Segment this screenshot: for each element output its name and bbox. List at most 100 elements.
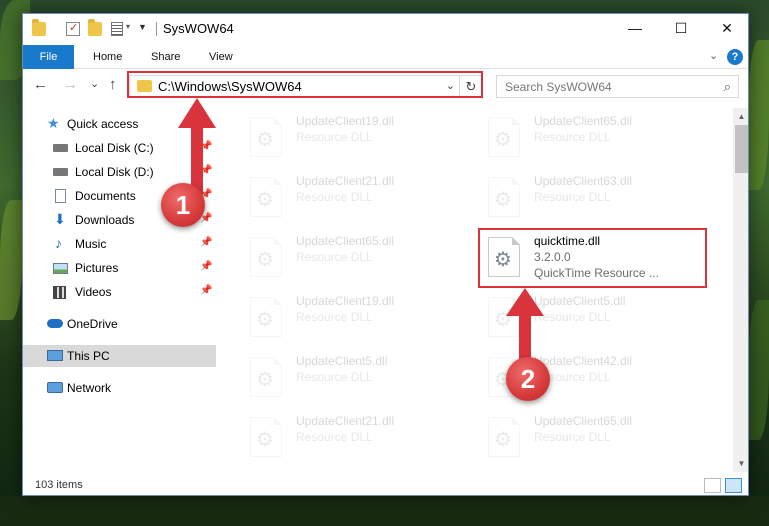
videos-icon bbox=[53, 286, 66, 299]
pin-icon[interactable]: 📌 bbox=[200, 261, 212, 272]
quick-access-toolbar-caret[interactable]: ▼ bbox=[138, 22, 147, 32]
sidebar-item-label: Local Disk (D:) bbox=[75, 165, 154, 179]
file-item[interactable]: ⚙ UpdateClient21.dll Resource DLL bbox=[243, 171, 468, 225]
dll-gear-icon: ⚙ bbox=[488, 117, 520, 157]
desktop-foliage bbox=[0, 496, 769, 526]
pin-icon[interactable]: 📌 bbox=[200, 237, 212, 248]
details-view-button[interactable] bbox=[704, 478, 721, 493]
file-type: Resource DLL bbox=[534, 130, 611, 144]
title-bar: ▾ ▼ SysWOW64 — ☐ ✕ bbox=[23, 14, 748, 45]
help-icon[interactable]: ? bbox=[727, 49, 743, 65]
dll-gear-icon: ⚙ bbox=[488, 177, 520, 217]
maximize-button[interactable]: ☐ bbox=[658, 14, 704, 43]
desktop-foliage bbox=[748, 40, 769, 190]
pictures-icon bbox=[53, 263, 68, 274]
tab-home[interactable]: Home bbox=[81, 45, 134, 69]
file-type: Resource DLL bbox=[534, 190, 611, 204]
sidebar-item-onedrive[interactable]: OneDrive bbox=[23, 313, 216, 335]
up-button[interactable]: ↑ bbox=[109, 76, 117, 93]
file-item[interactable]: ⚙ UpdateClient65.dll Resource DLL bbox=[243, 231, 468, 285]
file-name: UpdateClient19.dll bbox=[296, 114, 395, 128]
close-button[interactable]: ✕ bbox=[704, 14, 748, 43]
sidebar-item-label: Network bbox=[67, 381, 112, 395]
properties-icon[interactable] bbox=[66, 21, 80, 36]
minimize-button[interactable]: — bbox=[612, 14, 658, 43]
sidebar-item-music[interactable]: ♪ Music 📌 bbox=[23, 233, 216, 255]
dll-gear-icon: ⚙ bbox=[250, 357, 282, 397]
file-item[interactable]: ⚙ UpdateClient19.dll Resource DLL bbox=[243, 291, 468, 345]
file-name: UpdateClient5.dll bbox=[296, 354, 388, 368]
step-1-badge: 1 bbox=[161, 183, 205, 227]
tab-view[interactable]: View bbox=[197, 45, 245, 69]
vertical-scrollbar[interactable]: ▲ ▼ bbox=[733, 108, 748, 472]
sidebar-item-label: This PC bbox=[67, 349, 110, 363]
file-name: UpdateClient42.dll bbox=[534, 354, 633, 368]
tab-share[interactable]: Share bbox=[139, 45, 192, 69]
customize-icon[interactable] bbox=[111, 22, 123, 36]
dll-gear-icon: ⚙ bbox=[250, 177, 282, 217]
file-name: UpdateClient63.dll bbox=[534, 174, 633, 188]
sidebar-item-network[interactable]: Network bbox=[23, 377, 216, 399]
large-icons-view-button[interactable] bbox=[725, 478, 742, 493]
scroll-up-button[interactable]: ▲ bbox=[733, 108, 748, 125]
window-title: SysWOW64 bbox=[163, 21, 234, 36]
file-list: ⚙ UpdateClient19.dll Resource DLL ⚙ Upda… bbox=[235, 108, 733, 468]
sidebar-item-pictures[interactable]: Pictures 📌 bbox=[23, 257, 216, 279]
title-separator bbox=[156, 22, 157, 36]
cloud-icon bbox=[47, 319, 63, 328]
dll-gear-icon: ⚙ bbox=[250, 117, 282, 157]
desktop-foliage bbox=[0, 200, 22, 320]
file-item[interactable]: ⚙ UpdateClient19.dll Resource DLL bbox=[243, 111, 468, 165]
expand-ribbon-icon[interactable]: ⌄ bbox=[709, 49, 718, 62]
back-button[interactable]: ← bbox=[33, 76, 48, 93]
search-placeholder: Search SysWOW64 bbox=[505, 80, 612, 94]
dll-gear-icon: ⚙ bbox=[488, 417, 520, 457]
computer-icon bbox=[47, 350, 63, 361]
download-icon: ⬇ bbox=[54, 211, 66, 227]
drive-icon bbox=[53, 168, 68, 176]
scroll-down-button[interactable]: ▼ bbox=[733, 455, 748, 472]
gear-icon: ⚙ bbox=[256, 369, 274, 391]
file-item[interactable]: ⚙ UpdateClient63.dll Resource DLL bbox=[481, 171, 706, 225]
dll-gear-icon: ⚙ bbox=[250, 417, 282, 457]
sidebar-item-videos[interactable]: Videos 📌 bbox=[23, 281, 216, 303]
desktop-foliage bbox=[748, 300, 769, 440]
file-item[interactable]: ⚙ UpdateClient21.dll Resource DLL bbox=[243, 411, 468, 465]
sidebar-item-label: Documents bbox=[75, 189, 136, 203]
new-folder-icon[interactable] bbox=[88, 19, 102, 36]
search-icon[interactable]: ⌕ bbox=[724, 79, 731, 95]
gear-icon: ⚙ bbox=[256, 129, 274, 151]
status-bar: 103 items bbox=[23, 474, 748, 495]
annotation-arrow-2 bbox=[506, 288, 544, 368]
drive-icon bbox=[53, 144, 68, 152]
file-item[interactable]: ⚙ UpdateClient65.dll Resource DLL bbox=[481, 411, 706, 465]
scrollbar-thumb[interactable] bbox=[735, 125, 748, 173]
file-name: UpdateClient65.dll bbox=[534, 114, 633, 128]
sidebar-item-label: Music bbox=[75, 237, 107, 251]
dll-gear-icon: ⚙ bbox=[250, 237, 282, 277]
tab-file[interactable]: File bbox=[23, 45, 74, 69]
file-type: Resource DLL bbox=[296, 430, 373, 444]
dll-gear-icon: ⚙ bbox=[250, 297, 282, 337]
sidebar-item-this-pc[interactable]: This PC bbox=[23, 345, 216, 367]
search-input[interactable]: Search SysWOW64 ⌕ bbox=[496, 75, 739, 98]
sidebar-item-label: Quick access bbox=[67, 117, 139, 131]
pin-icon[interactable]: 📌 bbox=[200, 285, 212, 296]
file-name: UpdateClient21.dll bbox=[296, 174, 395, 188]
file-item[interactable]: ⚙ UpdateClient65.dll Resource DLL bbox=[481, 111, 706, 165]
forward-button[interactable]: → bbox=[63, 76, 78, 93]
file-name: UpdateClient65.dll bbox=[534, 414, 633, 428]
gear-icon: ⚙ bbox=[256, 189, 274, 211]
sidebar-item-label: Local Disk (C:) bbox=[75, 141, 154, 155]
file-name: UpdateClient21.dll bbox=[296, 414, 395, 428]
file-item[interactable]: ⚙ UpdateClient5.dll Resource DLL bbox=[243, 351, 468, 405]
maximize-icon: ☐ bbox=[674, 20, 688, 36]
ribbon-tabs: File Home Share View ⌄ ? bbox=[23, 45, 748, 69]
gear-icon: ⚙ bbox=[494, 189, 512, 211]
file-type: Resource DLL bbox=[534, 430, 611, 444]
network-icon bbox=[47, 382, 63, 393]
file-type: Resource DLL bbox=[296, 130, 373, 144]
file-type: Resource DLL bbox=[296, 250, 373, 264]
recent-locations-button[interactable]: ⌄ bbox=[90, 77, 99, 90]
step-2-badge: 2 bbox=[506, 357, 550, 401]
